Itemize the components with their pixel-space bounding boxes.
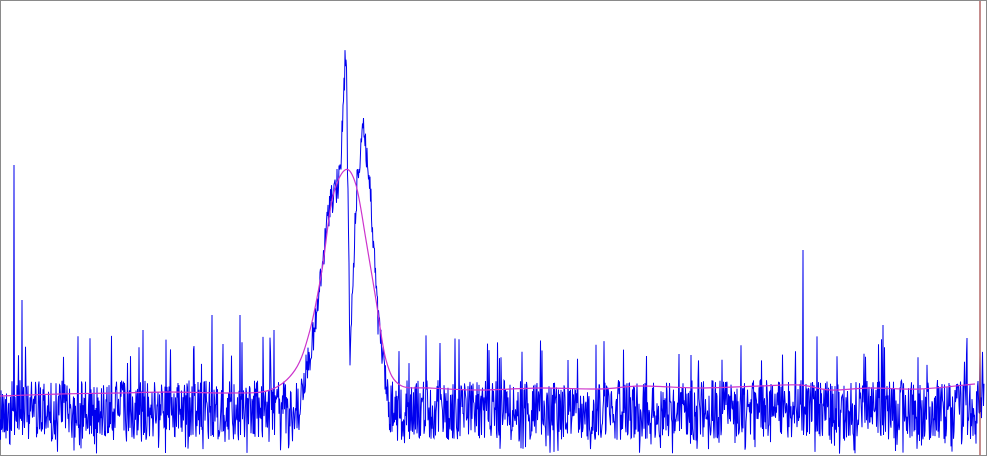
spectrum-plot <box>0 1 985 455</box>
signal-series-line <box>0 50 985 454</box>
